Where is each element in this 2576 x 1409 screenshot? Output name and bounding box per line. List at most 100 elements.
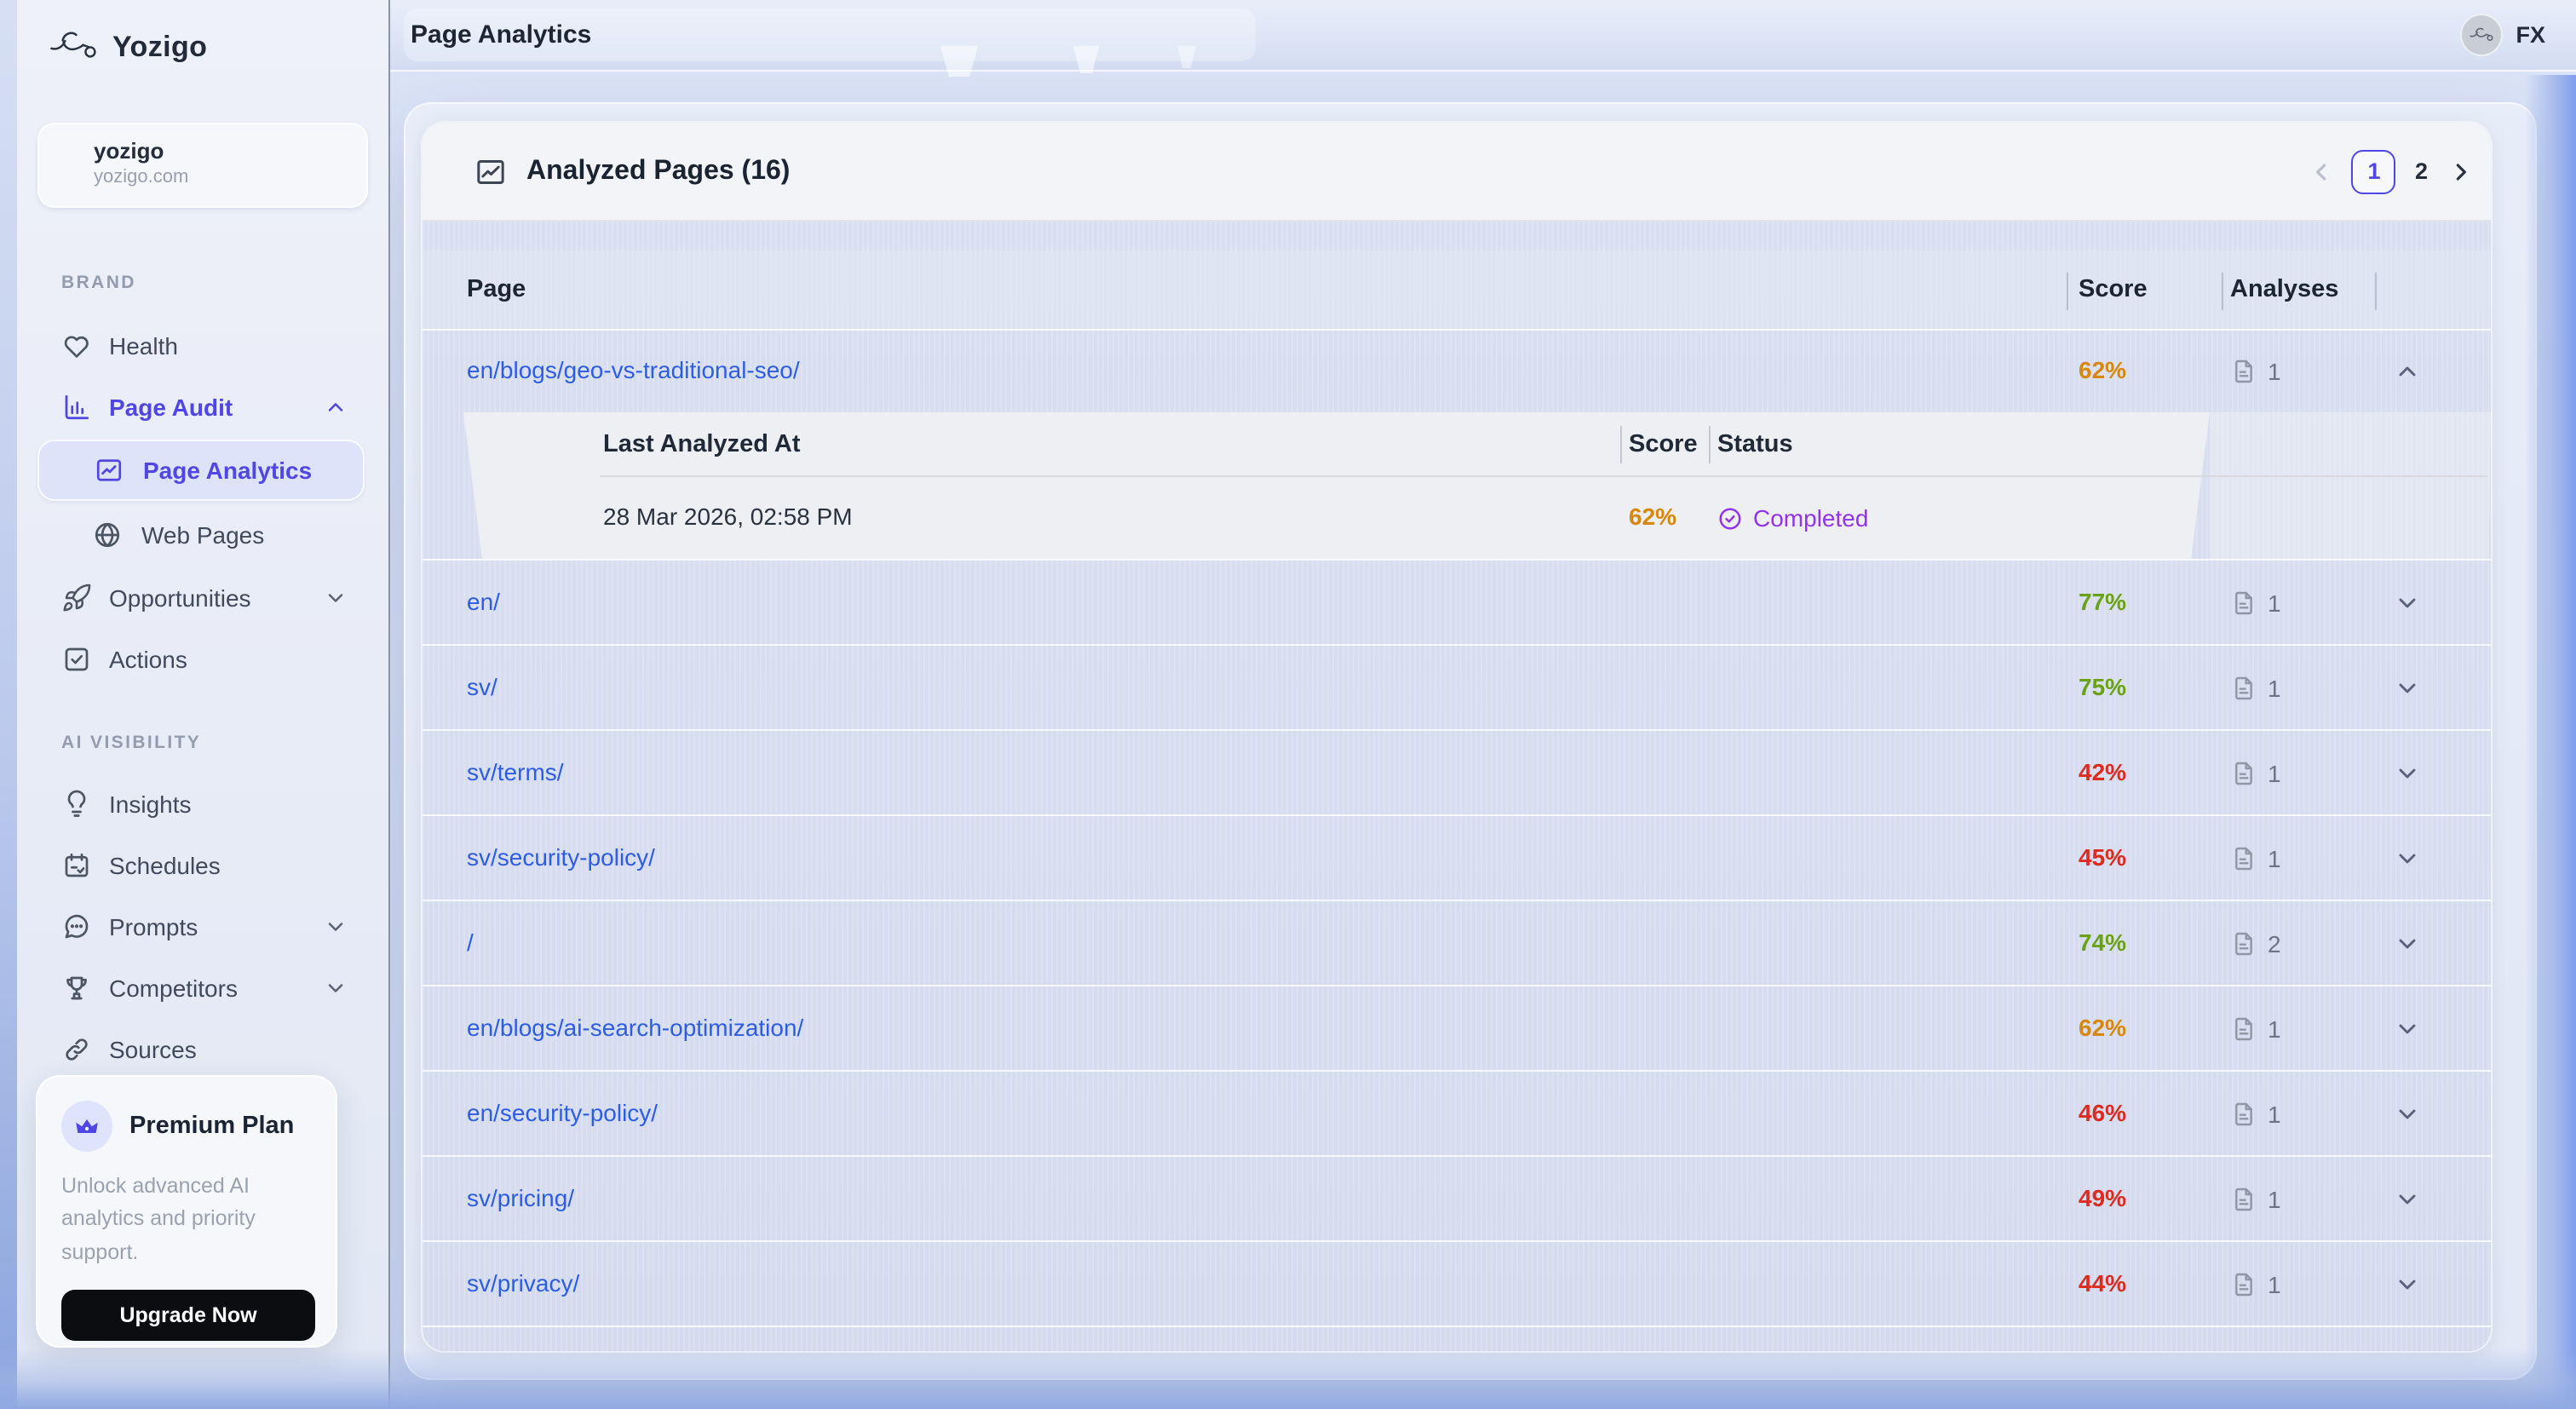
section-label-brand: BRAND (61, 273, 136, 293)
expand-row-button[interactable] (2394, 759, 2421, 786)
pagination-page-2[interactable]: 2 (2412, 158, 2431, 184)
page-link[interactable]: en/blogs/geo-vs-traditional-seo/ (467, 356, 800, 383)
score-value: 75% (2079, 672, 2126, 699)
card-header: Analyzed Pages (16) 1 2 (423, 123, 2491, 221)
expand-row-button[interactable] (2394, 844, 2421, 871)
sidebar-item-sources[interactable]: Sources (17, 1019, 388, 1080)
table-row: sv/pricing/49%1 (423, 1155, 2491, 1240)
page-link[interactable]: / (467, 928, 474, 955)
collapse-row-button[interactable] (2394, 358, 2421, 385)
stork-logo-icon (48, 27, 99, 68)
detail-value-row: 28 Mar 2026, 02:58 PM 62% (463, 477, 2210, 559)
page-link[interactable]: en/ (467, 587, 500, 614)
table-rows: en/blogs/geo-vs-traditional-seo/62% 1 Las… (423, 329, 2491, 1327)
globe-icon (92, 520, 123, 550)
page-link[interactable]: sv/ (467, 672, 497, 699)
page-link[interactable]: en/security-policy/ (467, 1098, 658, 1125)
last-analyzed-value: 28 Mar 2026, 02:58 PM (603, 503, 853, 530)
line-chart-icon (94, 455, 124, 486)
page-link[interactable]: sv/security-policy/ (467, 843, 655, 870)
table-row: /74%2 (423, 900, 2491, 985)
sidebar-item-label: Health (109, 332, 178, 359)
table-row: en/security-policy/46%1 (423, 1070, 2491, 1155)
expand-row-button[interactable] (2394, 589, 2421, 616)
analyses-cell: 1 (2218, 844, 2372, 871)
sidebar-item-prompts[interactable]: Prompts (17, 896, 388, 958)
page-link[interactable]: sv/pricing/ (467, 1183, 574, 1211)
analyses-cell: 1 (2218, 589, 2372, 616)
analyses-count: 1 (2268, 674, 2281, 701)
score-value: 46% (2079, 1098, 2126, 1125)
sidebar-item-opportunities[interactable]: Opportunities (17, 567, 388, 629)
pagination-next-icon[interactable] (2447, 158, 2474, 185)
table-row: en/77% 1 (423, 559, 2491, 644)
status-badge: Completed (1717, 504, 2210, 532)
bar-chart-icon (61, 392, 92, 423)
score-value: 62% (2079, 356, 2126, 383)
column-header-analyses: Analyses (2230, 276, 2338, 303)
analyses-count: 1 (2268, 1185, 2281, 1212)
analyses-count: 1 (2268, 1270, 2281, 1297)
analyses-cell: 1 (2218, 1185, 2372, 1212)
sidebar-item-label: Prompts (109, 913, 198, 940)
expand-row-button[interactable] (2394, 1100, 2421, 1127)
workspace-card[interactable]: yozigo yozigo.com (37, 123, 368, 208)
table-row: sv/75% 1 (423, 644, 2491, 729)
sidebar-item-label: Schedules (109, 852, 221, 879)
sidebar-item-web-pages[interactable]: Web Pages (37, 504, 365, 566)
avatar[interactable] (2459, 14, 2502, 56)
chevron-up-icon (324, 395, 348, 419)
sidebar-item-actions[interactable]: Actions (17, 629, 388, 690)
app-name: Yozigo (112, 31, 207, 65)
page-link[interactable]: en/blogs/ai-search-optimization/ (467, 1013, 803, 1040)
analyses-count: 1 (2268, 589, 2281, 616)
brand-logo[interactable]: Yozigo (48, 27, 207, 68)
pagination-page-1[interactable]: 1 (2352, 149, 2396, 193)
sidebar-item-health[interactable]: Health (17, 315, 388, 377)
table-header-row: Page Score Analyses (423, 250, 2491, 329)
section-label-ai-visibility: AI VISIBILITY (61, 733, 201, 753)
sidebar-item-label: Insights (109, 791, 192, 818)
pagination-prev-icon[interactable] (2309, 158, 2337, 185)
table-row: sv/security-policy/45%1 (423, 814, 2491, 900)
page-link[interactable]: sv/privacy/ (467, 1268, 579, 1296)
row-detail-panel: Last Analyzed At Score Status 28 Mar 202… (423, 412, 2491, 559)
sidebar-item-insights[interactable]: Insights (17, 774, 388, 835)
sidebar-item-schedules[interactable]: Schedules (17, 835, 388, 896)
file-icon (2230, 1100, 2257, 1127)
table-row: en/blogs/ai-search-optimization/62% 1 (423, 985, 2491, 1070)
expand-row-button[interactable] (2394, 929, 2421, 957)
analyses-cell: 1 (2218, 759, 2372, 786)
calendar-check-icon (61, 850, 92, 881)
sidebar-item-page-analytics[interactable]: Page Analytics (37, 440, 365, 501)
file-icon (2230, 674, 2257, 701)
detail-column-last-analyzed: Last Analyzed At (603, 430, 801, 457)
expand-row-button[interactable] (2394, 1270, 2421, 1297)
analyses-count: 1 (2268, 358, 2281, 385)
file-icon (2230, 844, 2257, 871)
sidebar-item-competitors[interactable]: Competitors (17, 958, 388, 1019)
rows-end-divider (423, 1326, 2491, 1327)
score-value: 62% (2079, 1013, 2126, 1040)
expand-row-button[interactable] (2394, 1015, 2421, 1042)
analyses-cell: 1 (2218, 1015, 2372, 1042)
score-value: 77% (2079, 587, 2126, 614)
upgrade-now-button[interactable]: Upgrade Now (61, 1290, 315, 1341)
lightbulb-icon (61, 789, 92, 820)
analyses-count: 2 (2268, 929, 2281, 957)
expand-row-button[interactable] (2394, 674, 2421, 701)
analyses-cell: 1 (2218, 1270, 2372, 1297)
rocket-icon (61, 583, 92, 613)
score-value: 44% (2079, 1268, 2126, 1296)
file-icon (2230, 1185, 2257, 1212)
page-link[interactable]: sv/terms/ (467, 757, 564, 785)
expand-row-button[interactable] (2394, 1185, 2421, 1212)
status-text: Completed (1753, 504, 1868, 532)
file-icon (2230, 1015, 2257, 1042)
sidebar-item-label: Page Audit (109, 394, 233, 421)
card-title: Analyzed Pages (16) (526, 156, 790, 187)
score-value: 42% (2079, 757, 2126, 785)
user-menu[interactable]: FX (2459, 0, 2545, 70)
file-icon (2230, 759, 2257, 786)
sidebar-item-page-audit[interactable]: Page Audit (17, 377, 388, 438)
